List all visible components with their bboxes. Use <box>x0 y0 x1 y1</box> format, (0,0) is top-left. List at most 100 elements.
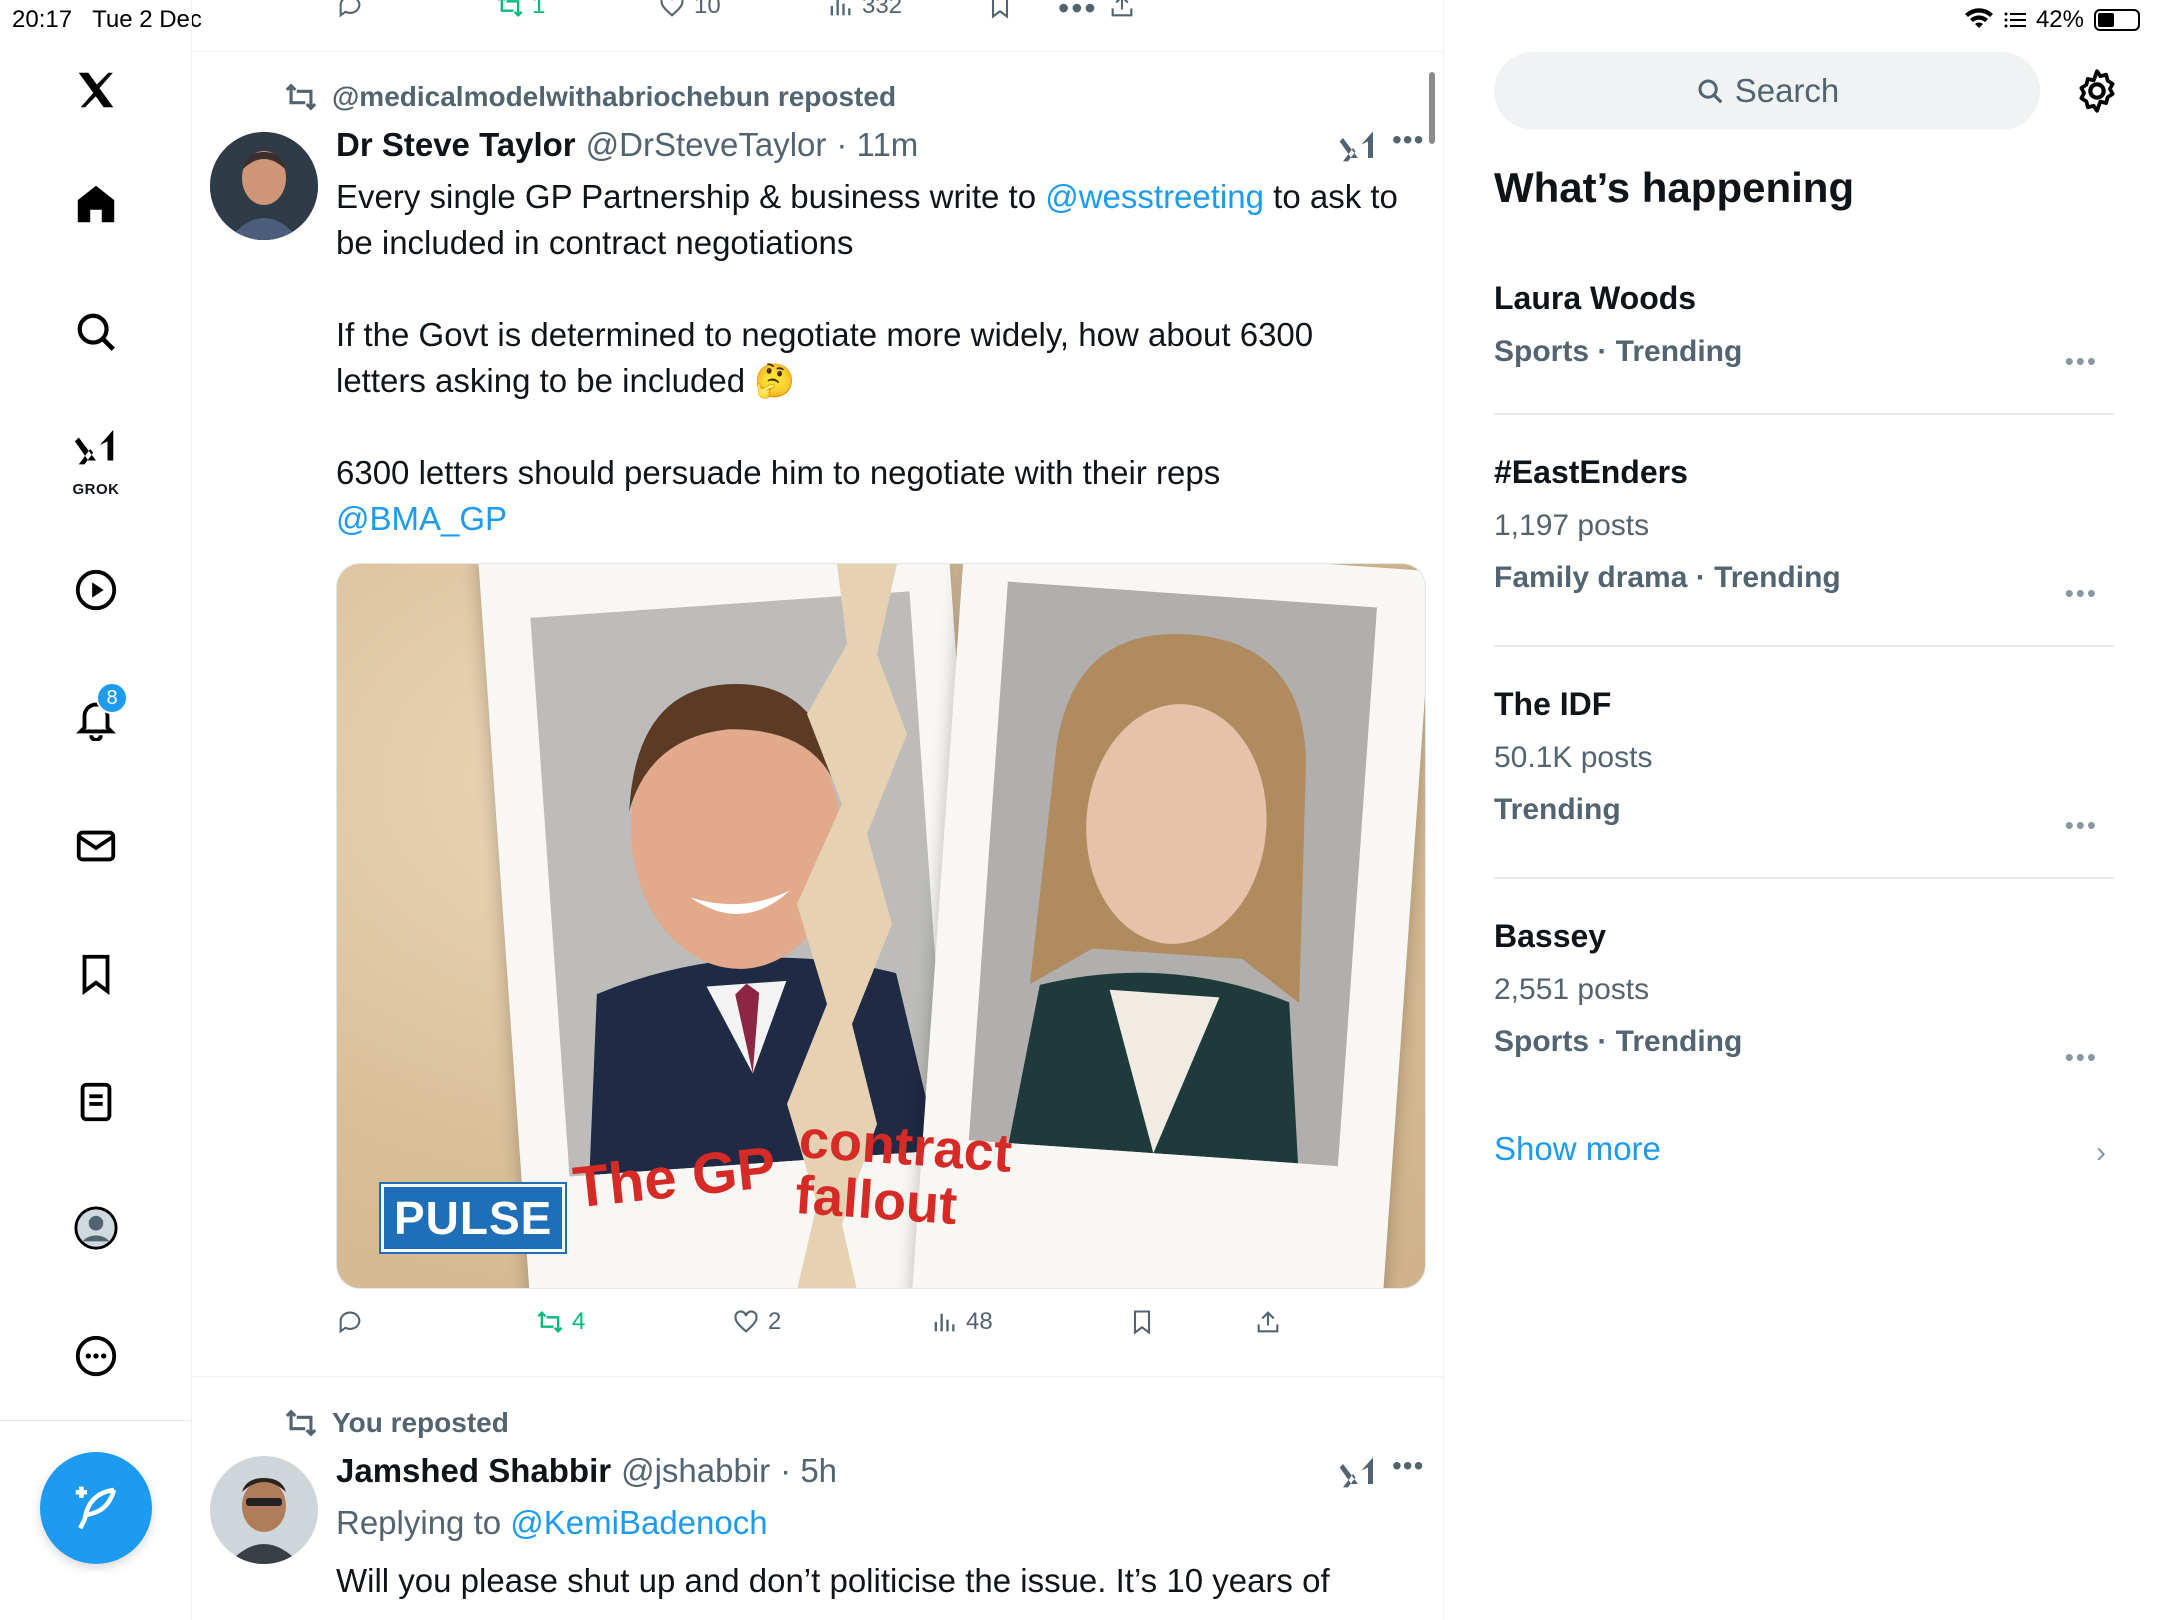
repost-label: You reposted <box>332 1407 509 1438</box>
replying-prefix: Replying to <box>336 1504 511 1541</box>
trend-posts: 2,551 posts <box>1494 973 1650 1006</box>
tweet-text: Will you please shut up and don’t politi… <box>336 1562 1330 1599</box>
scrollbar-thumb[interactable] <box>1429 72 1435 144</box>
tweet-header: Dr Steve Taylor @DrSteveTaylor · 11m <box>336 126 918 164</box>
trend-more-icon[interactable]: ••• <box>2065 810 2098 841</box>
bookmark-button[interactable] <box>1128 1308 1156 1336</box>
grok-icon[interactable]: GROK <box>60 420 132 498</box>
home-icon[interactable] <box>60 168 132 240</box>
author-handle[interactable]: @DrSteveTaylor <box>586 126 827 164</box>
author-handle[interactable]: @jshabbir <box>621 1452 770 1490</box>
trend-item[interactable]: #EastEnders 1,197 posts Family drama · T… <box>1494 454 2114 608</box>
share-icon <box>1257 1311 1279 1333</box>
heart-icon <box>734 1310 758 1333</box>
trend-divider <box>1494 645 2114 647</box>
bookmark-icon <box>1133 1310 1151 1335</box>
trend-more-icon[interactable]: ••• <box>2065 1042 2098 1073</box>
lists-document-icon[interactable] <box>60 1066 132 1138</box>
views-chart-icon <box>830 0 851 16</box>
settings-gear-icon[interactable] <box>2072 66 2122 116</box>
reply-button[interactable] <box>336 0 364 20</box>
views-button[interactable]: 48 <box>930 1308 993 1336</box>
trend-divider <box>1494 877 2114 879</box>
x-logo-icon[interactable] <box>60 54 132 126</box>
like-button[interactable]: 2 <box>732 1308 781 1336</box>
messages-envelope-icon[interactable] <box>60 810 132 882</box>
retweet-count: 1 <box>532 0 546 19</box>
chevron-right-icon: › <box>2096 1136 2106 1169</box>
tweet-time: · 5h <box>780 1452 838 1489</box>
trend-posts: 1,197 posts <box>1494 509 1650 542</box>
mention-link[interactable]: @BMA_GP <box>336 500 507 537</box>
left-navigation: GROK 8 <box>0 0 192 1620</box>
avatar[interactable] <box>210 1456 318 1564</box>
tweet-actions: 4 2 48 <box>336 1308 1336 1348</box>
notifications-badge: 8 <box>96 682 128 714</box>
retweet-button[interactable]: 4 <box>536 1308 585 1336</box>
mention-link[interactable]: @KemiBadenoch <box>510 1504 767 1541</box>
tweet-text-paragraph-2: If the Govt is determined to negotiate m… <box>336 316 1314 399</box>
grok-explain-icon[interactable] <box>1338 128 1378 168</box>
search-icon <box>1698 79 1723 104</box>
retweet-button[interactable]: 1 <box>496 0 545 20</box>
retweet-icon <box>537 1311 563 1333</box>
compose-post-button[interactable] <box>40 1452 152 1564</box>
share-button[interactable] <box>1108 0 1136 20</box>
tweet-time: · 11m <box>836 126 919 163</box>
bookmark-nav-icon[interactable] <box>60 938 132 1010</box>
mention-link[interactable]: @wesstreeting <box>1045 178 1264 215</box>
avatar[interactable] <box>210 132 318 240</box>
like-count: 2 <box>768 1308 782 1335</box>
pulse-logo: PULSE <box>378 1182 568 1254</box>
retweet-small-icon <box>285 1409 317 1437</box>
author-name[interactable]: Dr Steve Taylor <box>336 126 576 164</box>
views-chart-icon <box>934 1313 955 1332</box>
reply-icon <box>339 0 361 18</box>
like-button[interactable]: 10 <box>658 0 721 20</box>
views-button[interactable]: 332 <box>826 0 902 20</box>
search-placeholder: Search <box>1734 72 1840 109</box>
tweet-more-icon[interactable]: ••• <box>1392 124 1424 156</box>
bookmark-button[interactable] <box>986 0 1014 20</box>
trend-meta: Trending <box>1494 793 1621 826</box>
reply-icon <box>339 1311 361 1334</box>
grok-explain-icon[interactable] <box>1338 1454 1378 1494</box>
compose-feather-icon <box>75 1486 117 1530</box>
share-icon <box>1111 0 1133 17</box>
repost-label: @medicalmodelwithabriochebun reposted <box>332 81 897 112</box>
profile-avatar-icon[interactable] <box>60 1192 132 1264</box>
trend-item[interactable]: The IDF 50.1K posts Trending ••• <box>1494 686 2114 840</box>
search-nav-icon[interactable] <box>60 296 132 368</box>
whats-happening-title: What’s happening <box>1494 164 1855 211</box>
repost-indicator: @medicalmodelwithabriochebun reposted <box>284 80 896 114</box>
trend-meta: Sports · Trending <box>1494 335 1743 368</box>
trend-posts: 50.1K posts <box>1494 741 1653 774</box>
trend-more-icon[interactable]: ••• <box>2065 346 2098 377</box>
share-button[interactable] <box>1254 1308 1282 1336</box>
trend-item[interactable]: Laura Woods Sports · Trending ••• <box>1494 280 2114 376</box>
trend-more-icon[interactable]: ••• <box>2065 578 2098 609</box>
tweet-more-icon[interactable]: ••• <box>1392 1450 1424 1482</box>
reply-button[interactable] <box>336 1308 364 1336</box>
trend-item[interactable]: Bassey 2,551 posts Sports · Trending ••• <box>1494 918 2114 1072</box>
video-play-icon[interactable] <box>60 554 132 626</box>
tweet-image[interactable]: PULSE The GP contract fallout <box>336 563 1426 1289</box>
like-count: 10 <box>694 0 721 19</box>
tweet-text-paragraph-3: 6300 letters should persuade him to nego… <box>336 450 1416 542</box>
more-dots-icon[interactable]: ••• <box>1058 0 1098 27</box>
author-name[interactable]: Jamshed Shabbir <box>336 1452 611 1490</box>
image-caption-right: contract fallout <box>793 1109 1014 1237</box>
nav-divider <box>0 1420 192 1421</box>
previous-tweet-actions: 1 10 332 ••• <box>192 0 1443 52</box>
timeline: 1 10 332 ••• @medicalmodelwithabriochebu… <box>192 0 1444 1620</box>
trend-divider <box>1494 413 2114 415</box>
views-count: 332 <box>862 0 903 19</box>
notifications-bell-icon[interactable]: 8 <box>60 682 132 754</box>
replying-to: Replying to @KemiBadenoch <box>336 1500 1416 1546</box>
right-sidebar: Search What’s happening Laura Woods Spor… <box>1444 0 2160 1620</box>
search-input[interactable]: Search <box>1494 52 2040 130</box>
more-options-icon[interactable] <box>60 1320 132 1392</box>
show-more-link[interactable]: Show more <box>1494 1130 1661 1168</box>
trend-name: Laura Woods <box>1494 280 1697 316</box>
grok-label: GROK <box>72 481 120 498</box>
